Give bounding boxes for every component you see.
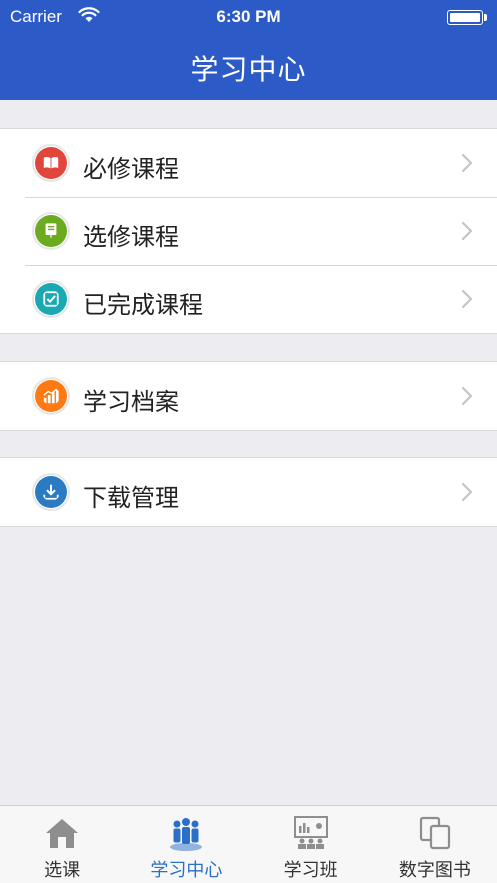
download-group: 下载管理 <box>0 457 497 527</box>
tab-select-course[interactable]: 选课 <box>0 806 124 883</box>
tab-label: 选课 <box>44 860 81 881</box>
tab-digital-library[interactable]: 数字图书 <box>373 806 497 883</box>
course-group: 必修课程 选修课程 已完成课程 <box>0 128 497 334</box>
menu-item-elective-courses[interactable]: 选修课程 <box>0 197 497 265</box>
classroom-icon <box>293 816 328 849</box>
people-icon <box>170 818 203 851</box>
nav-header: Carrier 6:30 PM 学习中心 <box>0 0 497 100</box>
pen-icon <box>32 212 70 250</box>
chevron-right-icon <box>461 289 473 309</box>
checklist-icon <box>32 280 70 318</box>
menu-item-label: 已完成课程 <box>83 291 203 319</box>
tab-label: 学习中心 <box>150 860 223 881</box>
chevron-right-icon <box>461 386 473 406</box>
chevron-right-icon <box>461 221 473 241</box>
bar-chart-icon <box>32 377 70 415</box>
status-bar: Carrier 6:30 PM <box>0 0 497 34</box>
menu-item-label: 必修课程 <box>83 155 179 183</box>
download-icon <box>32 473 70 511</box>
menu-item-label: 学习档案 <box>83 388 179 416</box>
archive-group: 学习档案 <box>0 361 497 431</box>
battery-icon <box>447 10 487 25</box>
menu-item-completed-courses[interactable]: 已完成课程 <box>0 265 497 333</box>
tab-label: 数字图书 <box>398 860 471 881</box>
book-icon <box>32 144 70 182</box>
tab-study-center[interactable]: 学习中心 <box>124 806 248 883</box>
tab-bar: 选课 学习中心 学习班 数字图书 <box>0 805 497 883</box>
menu-item-label: 选修课程 <box>83 223 179 251</box>
menu-item-download-management[interactable]: 下载管理 <box>0 458 497 526</box>
pages-icon <box>419 816 450 850</box>
menu-item-study-archive[interactable]: 学习档案 <box>0 362 497 430</box>
menu-item-label: 下载管理 <box>83 484 179 512</box>
tab-label: 学习班 <box>283 860 338 881</box>
home-icon <box>46 819 79 848</box>
chevron-right-icon <box>461 482 473 502</box>
menu-item-required-courses[interactable]: 必修课程 <box>0 129 497 197</box>
tab-study-class[interactable]: 学习班 <box>249 806 373 883</box>
page-title: 学习中心 <box>190 53 307 86</box>
chevron-right-icon <box>461 153 473 173</box>
status-time: 6:30 PM <box>216 7 281 26</box>
